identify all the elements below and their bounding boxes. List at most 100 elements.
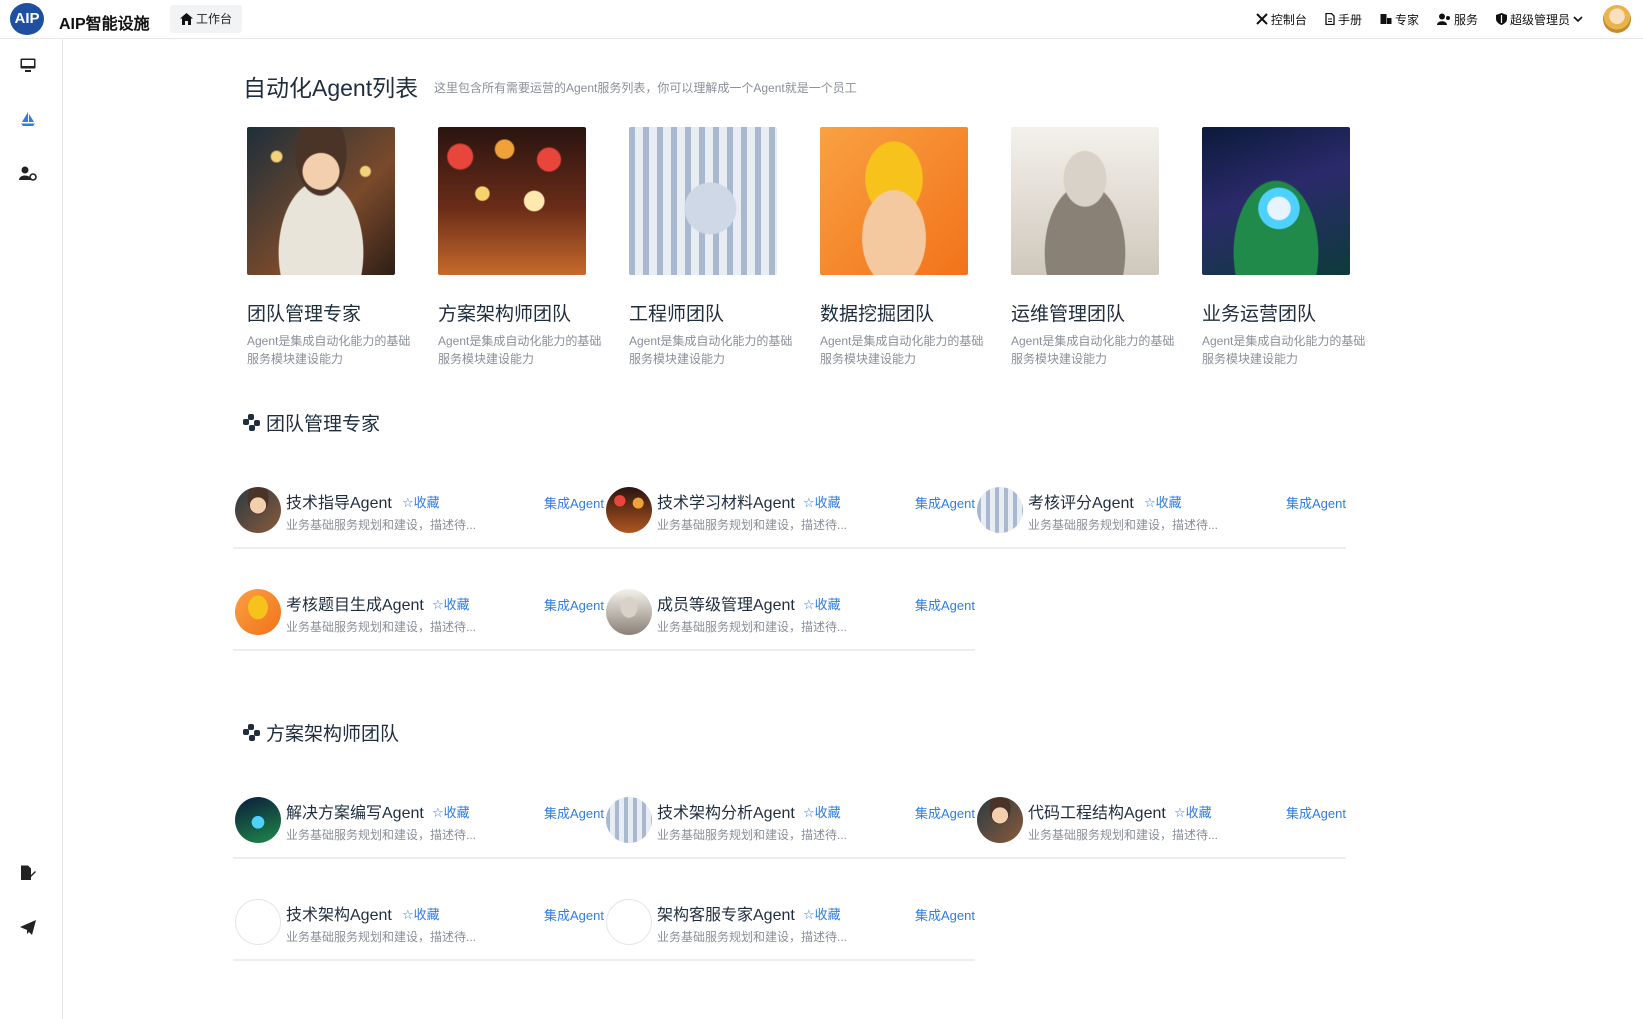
integrate-agent-link[interactable]: 集成Agent xyxy=(544,493,604,512)
team-card[interactable]: 工程师团队 Agent是集成自动化能力的基础服务模块建设能力 xyxy=(615,127,792,368)
app-title: AIP智能设施 xyxy=(59,16,150,33)
integrate-agent-link[interactable]: 集成Agent xyxy=(544,595,604,614)
star-icon: ☆ xyxy=(402,907,414,922)
nav-expert[interactable]: 专家 xyxy=(1380,11,1419,28)
agent-desc: 业务基础服务规划和建设，描述待... xyxy=(286,930,477,944)
integrate-agent-link[interactable]: 集成Agent xyxy=(544,905,604,924)
integrate-agent-link[interactable]: 集成Agent xyxy=(915,493,975,512)
team-desc: Agent是集成自动化能力的基础服务模块建设能力 xyxy=(247,334,411,366)
shield-icon xyxy=(1495,13,1507,25)
agent-row: 考核评分Agent ☆收藏 业务基础服务规划和建设，描述待... 集成Agent xyxy=(975,473,1346,549)
team-card[interactable]: 运维管理团队 Agent是集成自动化能力的基础服务模块建设能力 xyxy=(997,127,1174,368)
agent-desc: 业务基础服务规划和建设，描述待... xyxy=(657,620,848,634)
nav-service-label: 服务 xyxy=(1453,12,1478,27)
tab-workbench[interactable]: 工作台 xyxy=(170,5,243,33)
team-name: 方案架构师团队 xyxy=(438,304,572,325)
sailboat-icon[interactable] xyxy=(18,109,38,129)
users-icon xyxy=(1436,13,1450,25)
agent-name: 技术学习材料Agent xyxy=(657,495,795,512)
team-image xyxy=(247,127,395,275)
agent-row: 技术架构Agent ☆收藏 业务基础服务规划和建设，描述待... 集成Agent xyxy=(233,885,604,961)
agent-desc: 业务基础服务规划和建设，描述待... xyxy=(286,518,477,532)
agent-name: 技术架构Agent xyxy=(286,907,392,924)
agent-avatar xyxy=(977,487,1023,533)
agent-desc: 业务基础服务规划和建设，描述待... xyxy=(1028,518,1219,532)
favorite-button[interactable]: ☆收藏 xyxy=(432,594,470,613)
favorite-label: 收藏 xyxy=(1185,805,1212,820)
monitor-icon[interactable] xyxy=(18,55,38,75)
tab-workbench-label: 工作台 xyxy=(196,12,233,26)
team-name: 团队管理专家 xyxy=(247,304,362,325)
team-image xyxy=(438,127,586,275)
agent-name: 代码工程结构Agent xyxy=(1028,805,1166,822)
favorite-button[interactable]: ☆收藏 xyxy=(803,594,841,613)
team-desc: Agent是集成自动化能力的基础服务模块建设能力 xyxy=(438,334,602,366)
section-title-label: 团队管理专家 xyxy=(266,414,381,435)
user-role-label: 超级管理员 xyxy=(1509,12,1570,27)
agent-name: 技术指导Agent xyxy=(286,495,392,512)
favorite-button[interactable]: ☆收藏 xyxy=(803,904,841,923)
agent-avatar xyxy=(606,899,652,945)
agent-name: 架构客服专家Agent xyxy=(657,907,795,924)
integrate-agent-link[interactable]: 集成Agent xyxy=(544,803,604,822)
send-icon[interactable] xyxy=(18,917,38,937)
star-icon: ☆ xyxy=(432,597,444,612)
favorite-button[interactable]: ☆收藏 xyxy=(803,492,841,511)
team-image xyxy=(629,127,777,275)
favorite-label: 收藏 xyxy=(413,495,440,510)
agent-row: 成员等级管理Agent ☆收藏 业务基础服务规划和建设，描述待... 集成Age… xyxy=(604,575,975,651)
agent-avatar xyxy=(235,589,281,635)
favorite-button[interactable]: ☆收藏 xyxy=(1174,802,1212,821)
user-avatar[interactable] xyxy=(1603,5,1631,33)
team-card[interactable]: 业务运营团队 Agent是集成自动化能力的基础服务模块建设能力 xyxy=(1188,127,1365,368)
document-icon xyxy=(1325,13,1335,25)
nav-service[interactable]: 服务 xyxy=(1436,11,1478,28)
favorite-label: 收藏 xyxy=(814,495,841,510)
team-card[interactable]: 方案架构师团队 Agent是集成自动化能力的基础服务模块建设能力 xyxy=(424,127,601,368)
integrate-agent-link[interactable]: 集成Agent xyxy=(915,803,975,822)
nav-console[interactable]: 控制台 xyxy=(1256,11,1307,28)
tools-icon xyxy=(1256,13,1268,25)
sidebar xyxy=(0,39,63,1019)
star-icon: ☆ xyxy=(803,597,815,612)
team-name: 工程师团队 xyxy=(629,304,725,325)
section-title-label: 方案架构师团队 xyxy=(266,724,400,745)
star-icon: ☆ xyxy=(402,495,414,510)
nav-manual[interactable]: 手册 xyxy=(1325,11,1362,28)
favorite-label: 收藏 xyxy=(814,597,841,612)
app-logo[interactable]: AIP xyxy=(10,3,44,35)
agent-row: 技术架构分析Agent ☆收藏 业务基础服务规划和建设，描述待... 集成Age… xyxy=(604,783,975,859)
team-name: 运维管理团队 xyxy=(1011,304,1126,325)
team-card[interactable]: 团队管理专家 Agent是集成自动化能力的基础服务模块建设能力 xyxy=(233,127,410,368)
agent-desc: 业务基础服务规划和建设，描述待... xyxy=(286,828,477,842)
agent-name: 技术架构分析Agent xyxy=(657,805,795,822)
agent-desc: 业务基础服务规划和建设，描述待... xyxy=(286,620,477,634)
team-card[interactable]: 数据挖掘团队 Agent是集成自动化能力的基础服务模块建设能力 xyxy=(806,127,983,368)
team-name: 业务运营团队 xyxy=(1202,304,1317,325)
nav-manual-label: 手册 xyxy=(1337,12,1362,27)
agent-desc: 业务基础服务规划和建设，描述待... xyxy=(1028,828,1219,842)
favorite-button[interactable]: ☆收藏 xyxy=(402,904,440,923)
favorite-button[interactable]: ☆收藏 xyxy=(402,492,440,511)
agent-row: 解决方案编写Agent ☆收藏 业务基础服务规划和建设，描述待... 集成Age… xyxy=(233,783,604,859)
agent-name: 考核评分Agent xyxy=(1028,495,1134,512)
user-settings-icon[interactable] xyxy=(18,163,38,183)
team-name: 数据挖掘团队 xyxy=(820,304,935,325)
file-edit-icon[interactable] xyxy=(18,863,38,883)
favorite-button[interactable]: ☆收藏 xyxy=(803,802,841,821)
favorite-button[interactable]: ☆收藏 xyxy=(432,802,470,821)
section-title: 方案架构师团队 xyxy=(243,719,399,746)
agent-avatar xyxy=(235,487,281,533)
user-menu[interactable]: 超级管理员 xyxy=(1495,11,1583,28)
grid-icon xyxy=(243,414,260,431)
integrate-agent-link[interactable]: 集成Agent xyxy=(915,595,975,614)
agent-row: 架构客服专家Agent ☆收藏 业务基础服务规划和建设，描述待... 集成Age… xyxy=(604,885,975,961)
chevron-down-icon xyxy=(1573,15,1583,22)
integrate-agent-link[interactable]: 集成Agent xyxy=(1286,493,1346,512)
favorite-label: 收藏 xyxy=(443,597,470,612)
favorite-button[interactable]: ☆收藏 xyxy=(1144,492,1182,511)
integrate-agent-link[interactable]: 集成Agent xyxy=(1286,803,1346,822)
main-content: 自动化Agent列表 这里包含所有需要运营的Agent服务列表，你可以理解成一个… xyxy=(63,39,1643,1019)
agent-name: 成员等级管理Agent xyxy=(657,597,795,614)
integrate-agent-link[interactable]: 集成Agent xyxy=(915,905,975,924)
